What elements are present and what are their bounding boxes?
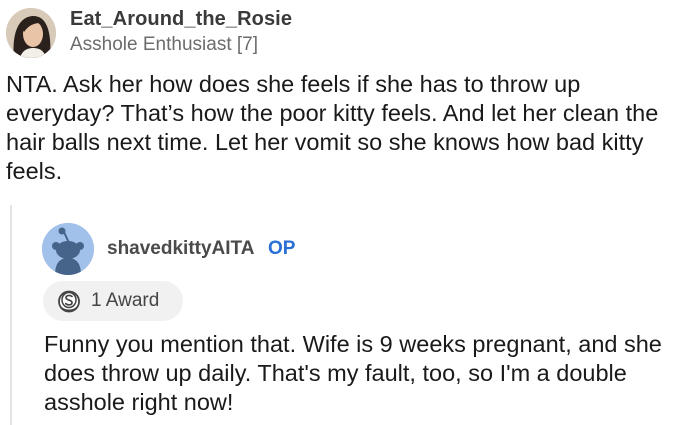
snoo-avatar-icon (42, 223, 94, 275)
user-avatar[interactable] (6, 8, 56, 58)
comment-body: NTA. Ask her how does she feels if she h… (6, 71, 659, 184)
op-badge: OP (268, 238, 296, 259)
silver-award-icon (58, 290, 80, 313)
comment-author[interactable]: Eat_Around_the_Rosie (70, 8, 292, 31)
reply-avatar[interactable] (42, 223, 94, 275)
reply-comment: shavedkittyAITA OP 1 Award Funny you men… (0, 205, 700, 425)
thread-line[interactable] (10, 205, 12, 425)
award-pill[interactable]: 1 Award (43, 281, 183, 321)
award-label: 1 Award (91, 290, 160, 311)
user-flair: Asshole Enthusiast [7] (70, 34, 258, 55)
reply-body: Funny you mention that. Wife is 9 weeks … (44, 331, 662, 415)
reply-author[interactable]: shavedkittyAITA (107, 238, 254, 260)
user-photo-avatar-icon (6, 8, 56, 58)
